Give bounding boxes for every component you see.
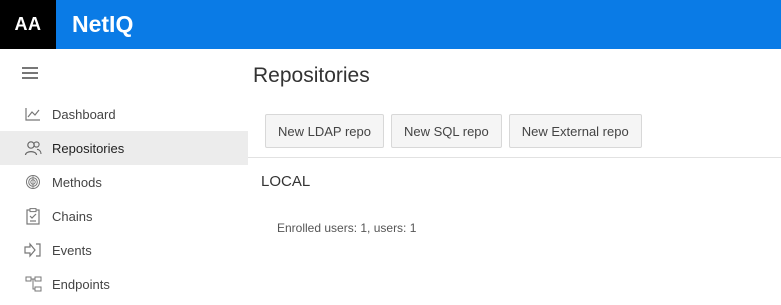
fingerprint-icon xyxy=(24,173,42,191)
clipboard-check-icon xyxy=(24,207,42,225)
sitemap-icon xyxy=(24,275,42,293)
top-header-bar: AA NetIQ xyxy=(0,0,781,49)
sidebar-item-events[interactable]: Events xyxy=(0,233,248,267)
page-title: Repositories xyxy=(253,64,370,87)
new-sql-repo-button[interactable]: New SQL repo xyxy=(390,114,502,148)
section-divider xyxy=(248,157,781,158)
sidebar-item-label: Events xyxy=(52,242,92,258)
sidebar-item-label: Repositories xyxy=(52,140,125,156)
sidebar-item-label: Methods xyxy=(52,174,102,190)
sidebar-item-repositories[interactable]: Repositories xyxy=(0,131,248,165)
new-ldap-repo-button[interactable]: New LDAP repo xyxy=(265,114,384,148)
hamburger-icon[interactable] xyxy=(22,67,38,79)
sidebar-item-chains[interactable]: Chains xyxy=(0,199,248,233)
repo-action-buttons: New LDAP repo New SQL repo New External … xyxy=(265,114,642,148)
sign-in-arrow-icon xyxy=(24,241,42,259)
sidebar-item-methods[interactable]: Methods xyxy=(0,165,248,199)
sidebar-item-dashboard[interactable]: Dashboard xyxy=(0,97,248,131)
enrolled-users-info: Enrolled users: 1, users: 1 xyxy=(277,221,417,235)
repository-section-title[interactable]: LOCAL xyxy=(261,173,310,190)
app-title[interactable]: NetIQ xyxy=(72,11,133,38)
new-external-repo-button[interactable]: New External repo xyxy=(508,114,642,148)
sidebar: Dashboard Repositories Methods Chains Ev… xyxy=(0,49,248,305)
sidebar-item-endpoints[interactable]: Endpoints xyxy=(0,267,248,301)
sidebar-item-label: Dashboard xyxy=(52,106,116,122)
chart-line-icon xyxy=(24,105,42,123)
users-icon xyxy=(24,139,42,157)
sidebar-item-label: Endpoints xyxy=(52,276,110,292)
main-content: Repositories New LDAP repo New SQL repo … xyxy=(248,49,781,305)
user-avatar-badge[interactable]: AA xyxy=(0,0,56,49)
sidebar-item-label: Chains xyxy=(52,208,93,224)
